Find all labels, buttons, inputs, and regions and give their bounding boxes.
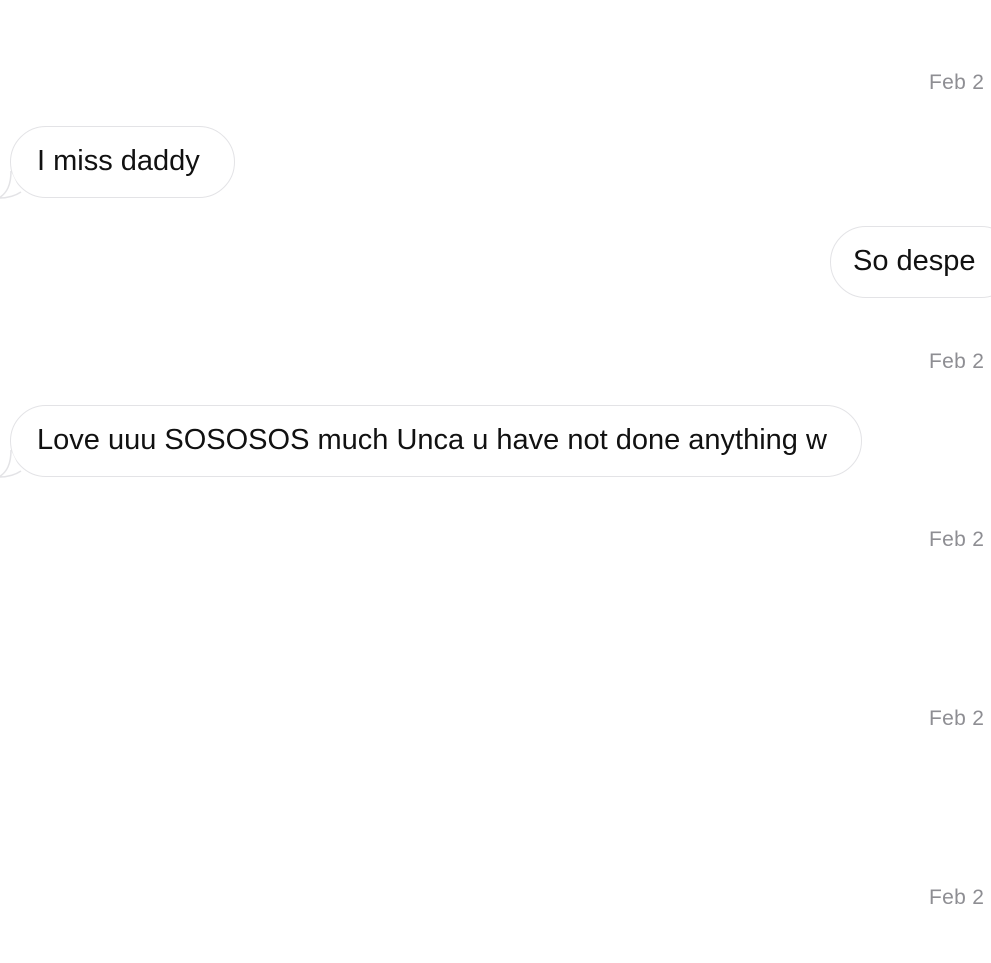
incoming-message-bubble[interactable]: I miss daddy xyxy=(0,126,235,199)
message-timestamp: Feb 2 xyxy=(929,886,985,909)
incoming-message-bubble[interactable]: Love uuu SOSOSOS much Unca u have not do… xyxy=(0,405,862,478)
message-text: Love uuu SOSOSOS much Unca u have not do… xyxy=(37,424,827,456)
message-timestamp: Feb 2 xyxy=(929,528,985,551)
outgoing-message-bubble[interactable]: So despe xyxy=(830,226,991,298)
message-timestamp: Feb 2 xyxy=(929,350,985,373)
message-timestamp: Feb 2 xyxy=(929,707,985,730)
bubble-tail xyxy=(0,170,22,199)
message-timestamp: Feb 2 xyxy=(929,71,985,94)
message-text: So despe xyxy=(853,245,976,277)
bubble-tail xyxy=(0,449,22,478)
message-text: I miss daddy xyxy=(37,145,200,177)
